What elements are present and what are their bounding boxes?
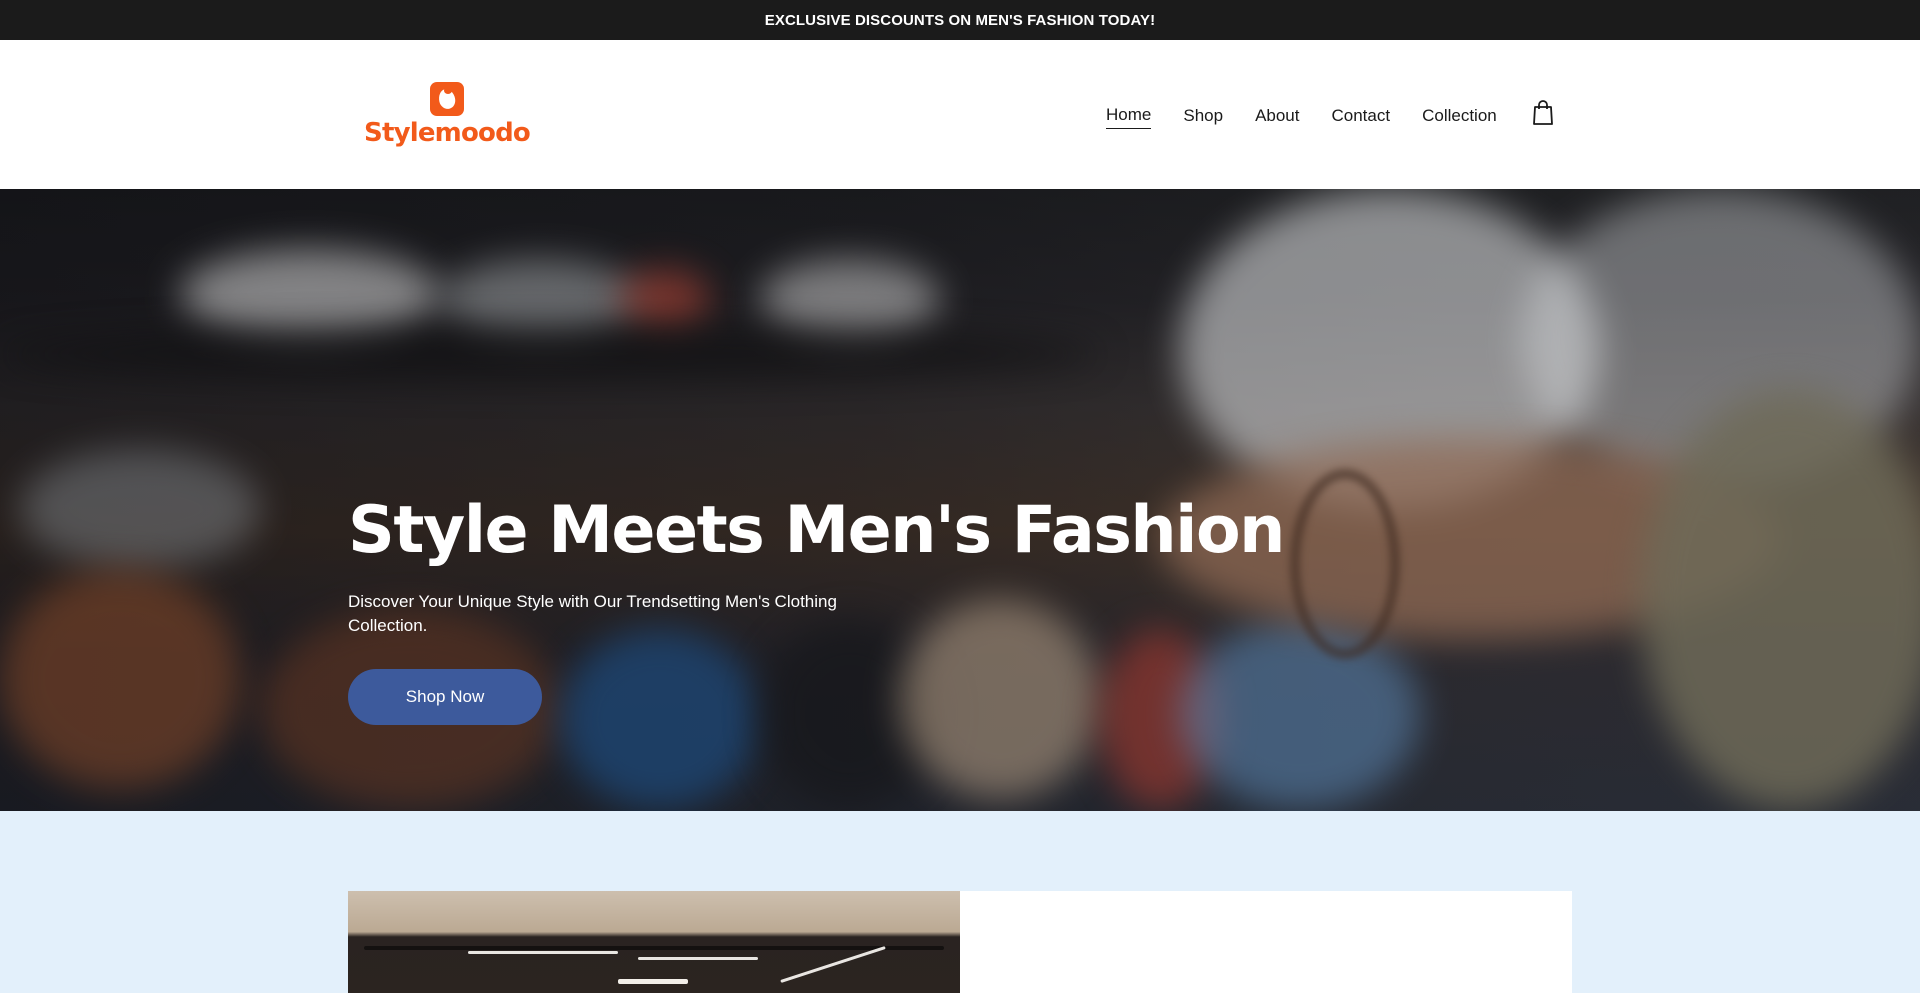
hero-section: Style Meets Men's Fashion Discover Your … xyxy=(0,189,1920,811)
logo-mark-icon xyxy=(430,82,464,116)
site-header: Stylemoodo Home Shop About Contact Colle… xyxy=(0,40,1920,189)
nav-link-collection[interactable]: Collection xyxy=(1422,106,1497,129)
featured-text-card xyxy=(960,891,1572,993)
hero-title: Style Meets Men's Fashion xyxy=(348,493,1285,568)
featured-section xyxy=(0,811,1920,993)
shopping-bag-icon[interactable] xyxy=(1532,100,1554,126)
nav-link-home[interactable]: Home xyxy=(1106,105,1152,129)
logo-text: Stylemoodo xyxy=(364,118,531,148)
nav-link-about[interactable]: About xyxy=(1255,106,1299,129)
hero-subtitle: Discover Your Unique Style with Our Tren… xyxy=(348,592,837,635)
logo[interactable]: Stylemoodo xyxy=(364,82,531,152)
nav-link-contact[interactable]: Contact xyxy=(1332,106,1391,129)
promo-banner: EXCLUSIVE DISCOUNTS ON MEN'S FASHION TOD… xyxy=(0,0,1920,40)
promo-text: EXCLUSIVE DISCOUNTS ON MEN'S FASHION TOD… xyxy=(764,11,1156,29)
nav-link-shop[interactable]: Shop xyxy=(1183,106,1223,129)
shop-now-button[interactable]: Shop Now xyxy=(348,669,542,725)
main-nav: Home Shop About Contact Collection xyxy=(1106,102,1529,132)
store-interior-image xyxy=(348,891,960,993)
